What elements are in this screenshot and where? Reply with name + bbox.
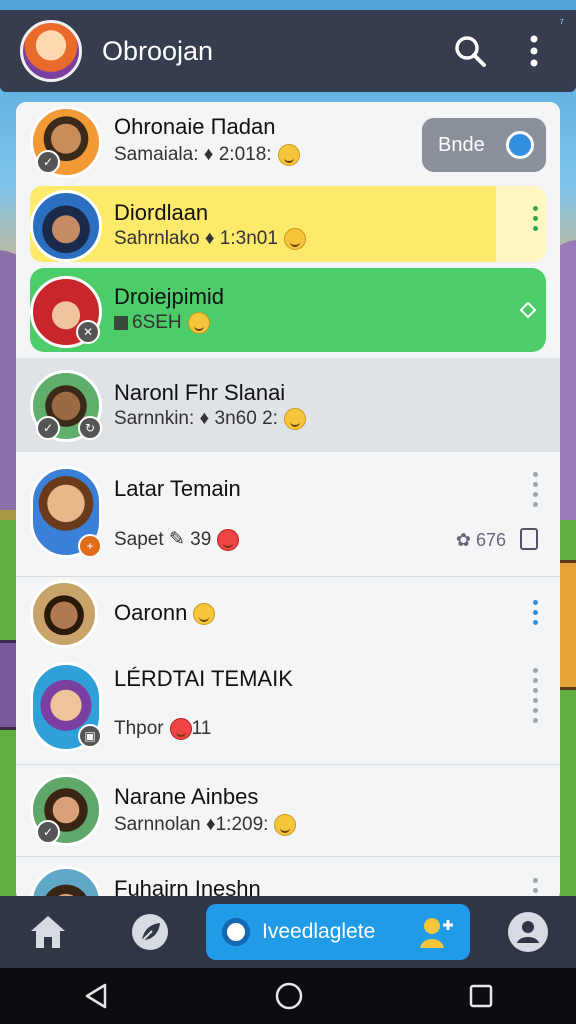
chat-name: Latar Temain <box>114 476 241 501</box>
avatar-badge-icon: + <box>78 534 102 558</box>
row-divider <box>16 576 560 577</box>
bottom-nav: Iveedlaglete <box>0 896 576 968</box>
chat-subtitle: 6SEH <box>114 312 210 334</box>
avatar-badge-icon: ✓ <box>36 820 60 844</box>
emoji-icon <box>217 528 240 551</box>
settings-icon: ✿ <box>455 530 476 550</box>
back-icon[interactable] <box>81 981 111 1011</box>
chat-meta: ✿ 676 <box>455 530 506 550</box>
chat-name: Ohronaie Πadan <box>114 114 276 139</box>
archive-icon[interactable] <box>520 528 538 550</box>
emoji-icon <box>169 718 192 740</box>
chat-subtitle: Sapet ✎ 39 <box>114 528 240 551</box>
nav-leaf-button[interactable] <box>128 910 172 954</box>
chat-name: Oaronn <box>114 600 216 626</box>
chat-action-button[interactable]: Bnde <box>422 118 546 172</box>
avatar-badge-icon: ▣ <box>78 724 102 748</box>
search-button[interactable] <box>448 29 492 73</box>
person-add-icon <box>420 918 453 948</box>
chat-list: ✓ Ohronaie Πadan Samaiala: ♦ 2:018: Bnde… <box>16 102 560 902</box>
home-circle-icon[interactable] <box>273 980 305 1012</box>
more-dots-icon[interactable] <box>533 206 538 231</box>
chat-name: Naronl Fhr Slanai <box>114 380 286 405</box>
new-chat-button[interactable]: Iveedlaglete <box>206 904 470 960</box>
pencil-icon: ✎ <box>168 529 191 550</box>
chat-row[interactable]: ✕ Droiejpimid 6SEH <box>16 268 560 356</box>
home-icon <box>31 916 65 948</box>
chat-row[interactable]: + Latar Temain Sapet ✎ 39 ✿ 676 <box>16 454 560 576</box>
search-icon <box>455 36 486 67</box>
more-dots-icon[interactable] <box>533 472 538 507</box>
emoji-icon <box>277 144 300 166</box>
nav-home-button[interactable] <box>28 912 68 952</box>
chat-row[interactable]: ▣ LÉRDTAI TEMAIK Thpor 11 <box>16 658 560 764</box>
more-dots-icon[interactable] <box>533 668 538 723</box>
row-highlight-tail <box>496 186 546 262</box>
more-dots-icon[interactable] <box>533 600 538 625</box>
avatar-badge-icon: ✕ <box>76 320 100 344</box>
image-icon <box>114 316 128 330</box>
chat-row[interactable]: ✓ Ohronaie Πadan Samaiala: ♦ 2:018: Bnde <box>16 102 560 184</box>
status-dot-icon <box>506 131 534 159</box>
row-highlight <box>30 268 546 352</box>
chat-subtitle: Sarnnolan ♦1:209: <box>114 814 297 836</box>
app-bar: Obroojan ⁷ <box>0 10 576 92</box>
chat-name: Narane Ainbes <box>114 784 259 809</box>
nav-profile-button[interactable] <box>506 910 550 954</box>
chat-bubble-icon <box>222 918 250 946</box>
chat-name: Diordlaan <box>114 200 209 225</box>
avatar-badge-icon: ✓ <box>36 150 60 174</box>
emoji-icon <box>283 228 306 250</box>
avatar-badge-icon: ↻ <box>78 416 102 440</box>
system-nav-bar <box>0 968 576 1024</box>
chat-subtitle: Thpor 11 <box>114 718 212 740</box>
chat-row[interactable]: ✓ ↻ Naronl Fhr Slanai Sarnnkin: ♦ 3n60 2… <box>16 358 560 452</box>
chat-row[interactable]: Oaronn <box>16 578 560 658</box>
emoji-icon <box>193 603 216 626</box>
emoji-icon <box>283 408 306 430</box>
chat-subtitle: Sarnnkin: ♦ 3n60 2: <box>114 408 306 430</box>
chat-avatar <box>30 190 102 262</box>
leaf-icon <box>132 914 168 950</box>
chat-row[interactable]: ✓ Narane Ainbes Sarnnolan ♦1:209: <box>16 766 560 856</box>
row-divider <box>16 764 560 765</box>
chat-name: LÉRDTAI TEMAIK <box>114 666 293 691</box>
chat-subtitle: Sahrnlako ♦ 1:3n01 <box>114 228 306 250</box>
profile-avatar[interactable] <box>20 20 82 82</box>
corner-mark: ⁷ <box>559 16 564 30</box>
chat-row[interactable]: Diordlaan Sahrnlako ♦ 1:3n01 <box>16 186 560 268</box>
chat-subtitle: Samaiala: ♦ 2:018: <box>114 144 300 166</box>
recents-icon[interactable] <box>467 982 495 1010</box>
profile-icon <box>508 912 548 952</box>
more-dots-icon[interactable] <box>533 878 538 893</box>
emoji-icon <box>274 814 297 836</box>
chat-avatar <box>30 580 98 648</box>
more-vert-icon <box>530 35 538 67</box>
row-divider <box>16 856 560 857</box>
more-options-button[interactable] <box>512 29 556 73</box>
emoji-icon <box>187 312 210 334</box>
avatar-badge-icon: ✓ <box>36 416 60 440</box>
chat-name: Droiejpimid <box>114 284 225 309</box>
app-title: Obroojan <box>102 35 214 66</box>
